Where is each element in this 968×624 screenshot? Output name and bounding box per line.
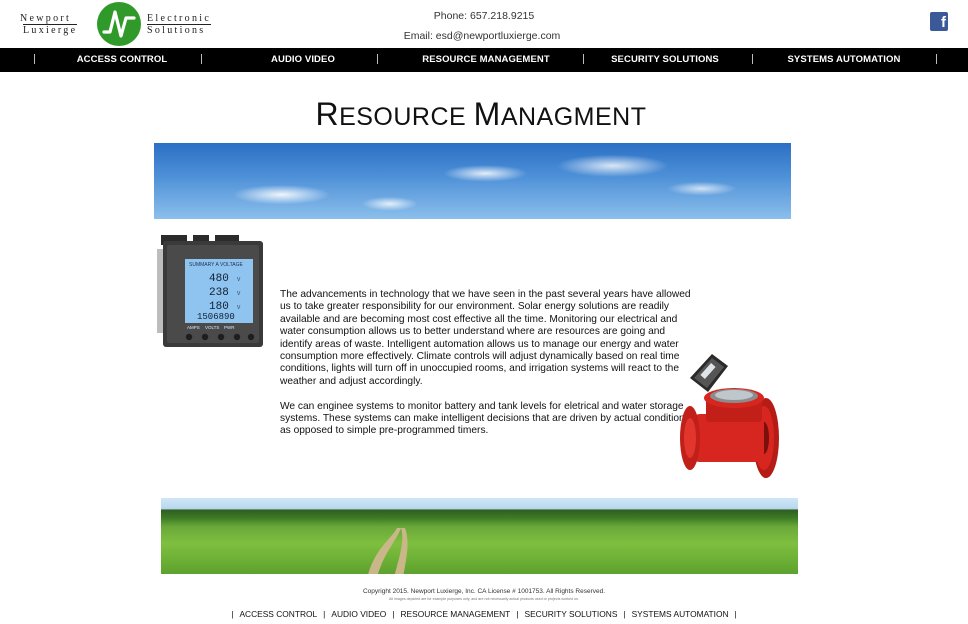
- footer-separator: |: [323, 609, 326, 619]
- footer-separator: |: [623, 609, 626, 619]
- nav-item-security-solutions[interactable]: SECURITY SOLUTIONS: [605, 48, 725, 72]
- nav-item-systems-automation[interactable]: SYSTEMS AUTOMATION: [778, 48, 910, 72]
- water-meter-image: [676, 352, 782, 484]
- footer-link-security-solutions[interactable]: SECURITY SOLUTIONS: [524, 609, 617, 619]
- footer-nav: | ACCESS CONTROL | AUDIO VIDEO | RESOURCE MAN…: [0, 609, 968, 619]
- nav-separator: [936, 54, 937, 64]
- meter-reading-2: 238: [209, 287, 229, 299]
- footer-separator: |: [734, 609, 737, 619]
- content-paragraph-2: We can enginee systems to monitor batter…: [280, 400, 690, 437]
- meter-softkey-2: VOLTS: [205, 325, 219, 330]
- nav-separator: [201, 54, 202, 64]
- nav-separator: [752, 54, 753, 64]
- nav-item-access-control[interactable]: ACCESS CONTROL: [60, 48, 184, 72]
- disclaimer-text: All images depicted are for example purp…: [389, 597, 579, 601]
- title-initial-r: R: [315, 96, 340, 132]
- footer-separator: |: [392, 609, 395, 619]
- dirt-road: [368, 528, 408, 574]
- title-initial-m: M: [473, 96, 501, 132]
- sky-banner-image: [154, 143, 791, 219]
- nav-item-audio-video[interactable]: AUDIO VIDEO: [244, 48, 362, 72]
- meter-reading-1: 480: [209, 273, 229, 285]
- content-text: The advancements in technology that we h…: [280, 289, 692, 450]
- title-word-managment: ANAGMENT: [500, 103, 647, 131]
- copyright-text: Copyright 2015. Newport Luxierge, Inc. C…: [362, 588, 606, 595]
- nav-separator: [583, 54, 584, 64]
- footer-link-systems-automation[interactable]: SYSTEMS AUTOMATION: [632, 609, 729, 619]
- footer-link-audio-video[interactable]: AUDIO VIDEO: [331, 609, 386, 619]
- content-paragraph-1: The advancements in technology that we h…: [280, 289, 691, 387]
- power-meter-image: SUMMARY A VOLTAGE 480 V 238 V 180 V 1506…: [157, 235, 265, 349]
- footer-separator: |: [231, 609, 234, 619]
- main-nav: ACCESS CONTROL AUDIO VIDEO RESOURCE MANA…: [0, 48, 968, 72]
- meter-softkey-3: PWR: [224, 325, 235, 330]
- facebook-icon[interactable]: f: [930, 12, 948, 31]
- contact-email[interactable]: Email: esd@newportluxierge.com: [0, 30, 964, 42]
- footer-separator: |: [516, 609, 519, 619]
- footer-link-access-control[interactable]: ACCESS CONTROL: [239, 609, 317, 619]
- title-word-resource: ESOURCE: [339, 103, 474, 131]
- nav-separator: [34, 54, 35, 64]
- nav-separator: [377, 54, 378, 64]
- meter-header: SUMMARY A VOLTAGE: [189, 262, 243, 268]
- footer-link-resource-management[interactable]: RESOURCE MANAGEMENT: [400, 609, 510, 619]
- page-title: RESOURCE MANAGMENT: [0, 96, 962, 133]
- site-header: Newport Luxierge Electronic Solutions Ph…: [0, 0, 968, 48]
- contact-phone: Phone: 657.218.9215: [433, 10, 535, 22]
- meter-softkey-1: AMPS: [187, 325, 200, 330]
- meter-reading-4: 1506890: [197, 312, 235, 322]
- nav-item-resource-management[interactable]: RESOURCE MANAGEMENT: [416, 48, 556, 72]
- field-banner-image: [161, 498, 798, 574]
